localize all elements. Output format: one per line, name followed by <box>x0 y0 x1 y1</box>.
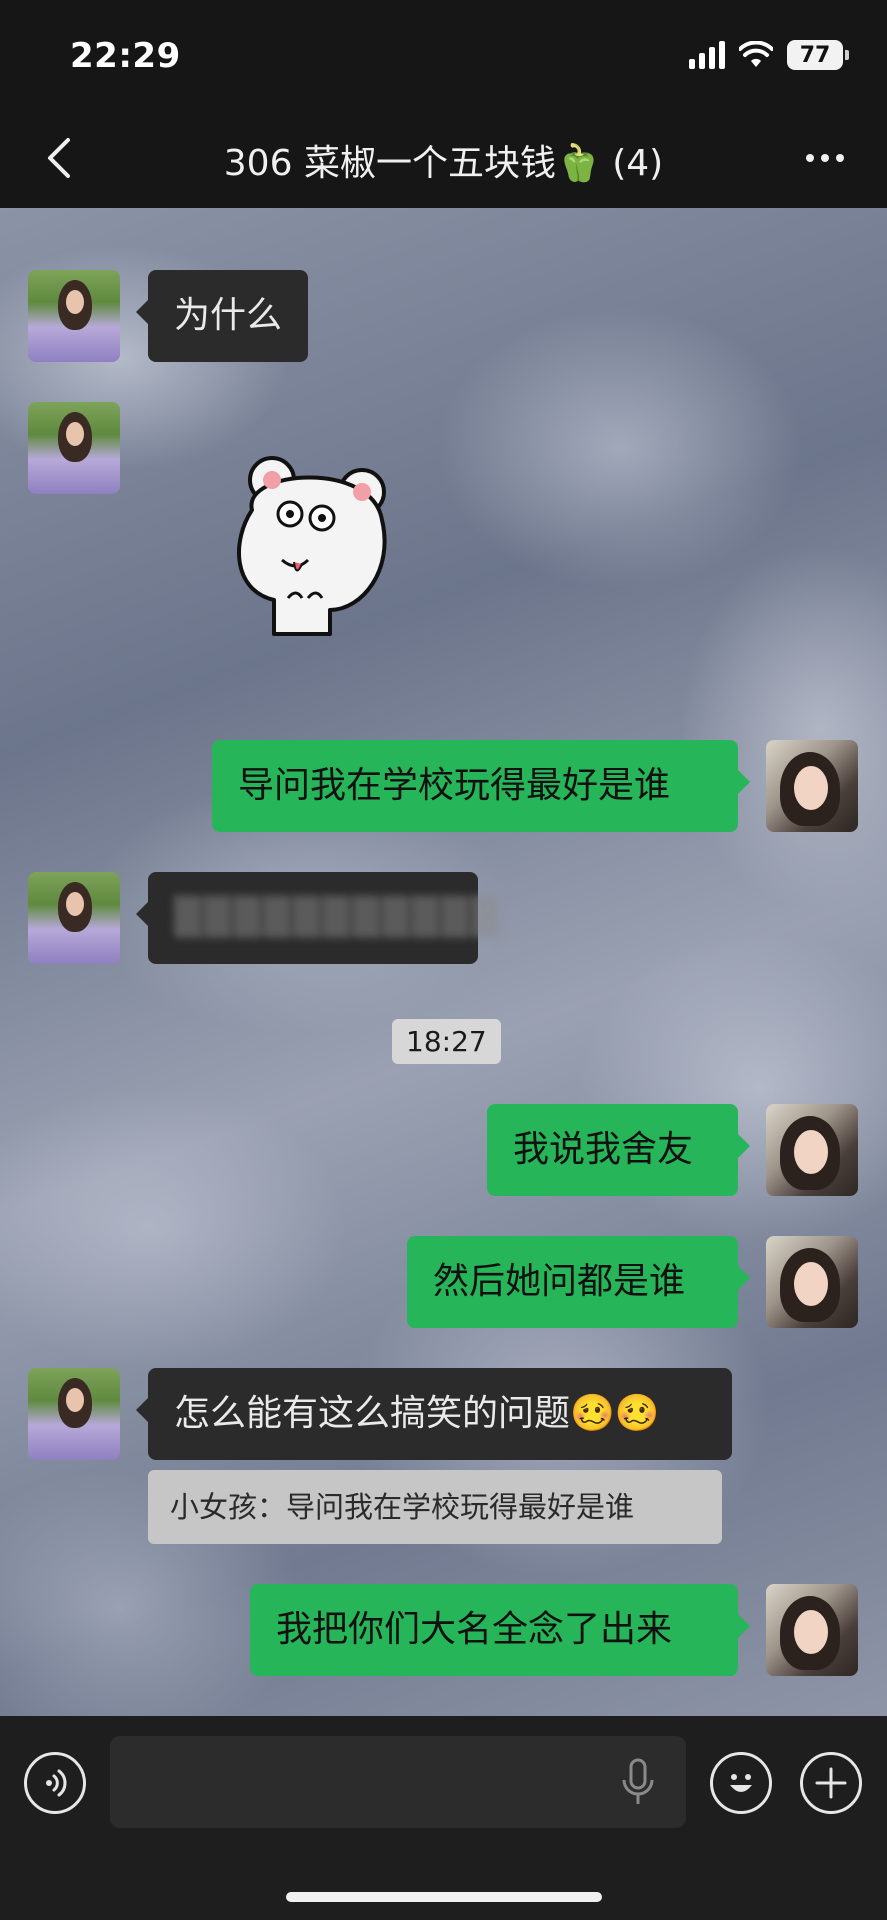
bear-sticker[interactable] <box>212 450 412 640</box>
avatar[interactable] <box>28 872 120 964</box>
status-bar: 22:29 77 <box>0 0 887 108</box>
voice-icon <box>46 1769 67 1797</box>
self-avatar[interactable] <box>766 1104 858 1196</box>
message-timestamp: 18:27 <box>392 1019 501 1064</box>
avatar[interactable] <box>28 1368 120 1460</box>
message-bubble[interactable]: 为什么 <box>135 270 309 362</box>
more-dots-icon <box>806 154 814 162</box>
plus-icon <box>815 1767 847 1799</box>
emoji-button[interactable] <box>710 1752 772 1814</box>
message-bubble[interactable]: 我把你们大名全念了出来 <box>250 1584 750 1676</box>
avatar[interactable] <box>28 402 120 494</box>
chevron-left-icon <box>48 138 70 178</box>
self-avatar[interactable] <box>766 740 858 832</box>
chat-area[interactable]: 为什么 导问我在学校玩得最好是谁 ▒▒▒▒▒▒▒▒▒▒▒ 18:27 我说我舍友… <box>0 208 887 1716</box>
message-bubble[interactable]: 我说我舍友 <box>487 1104 750 1196</box>
voice-button[interactable] <box>24 1752 86 1814</box>
nav-bar: 306 菜椒一个五块钱🫑 (4) <box>0 108 887 208</box>
plus-button[interactable] <box>800 1752 862 1814</box>
status-icons: 77 <box>689 40 849 70</box>
battery-icon: 77 <box>787 40 849 70</box>
mic-icon[interactable] <box>618 1758 658 1808</box>
message-bubble[interactable]: 导问我在学校玩得最好是谁 <box>212 740 750 832</box>
message-bubble[interactable]: 然后她问都是谁 <box>407 1236 750 1328</box>
avatar[interactable] <box>28 270 120 362</box>
input-bar <box>0 1716 887 1920</box>
emoji-icon <box>730 1774 752 1792</box>
status-time: 22:29 <box>70 36 181 76</box>
message-bubble[interactable]: 怎么能有这么搞笑的问题🥴🥴 <box>136 1368 732 1460</box>
home-indicator <box>286 1892 602 1902</box>
self-avatar[interactable] <box>766 1584 858 1676</box>
quoted-message[interactable]: 小女孩：导问我在学校玩得最好是谁 <box>148 1470 722 1544</box>
self-avatar[interactable] <box>766 1236 858 1328</box>
back-button[interactable] <box>30 130 86 186</box>
more-button[interactable] <box>797 130 853 186</box>
message-bubble-blurred[interactable]: ▒▒▒▒▒▒▒▒▒▒▒ <box>136 872 499 964</box>
blurred-text: ▒▒▒▒▒▒▒▒▒▒▒ <box>174 897 501 938</box>
chat-title: 306 菜椒一个五块钱🫑 (4) <box>223 143 664 184</box>
message-input[interactable] <box>110 1736 686 1828</box>
wifi-icon <box>739 41 773 67</box>
signal-icon <box>689 41 725 69</box>
